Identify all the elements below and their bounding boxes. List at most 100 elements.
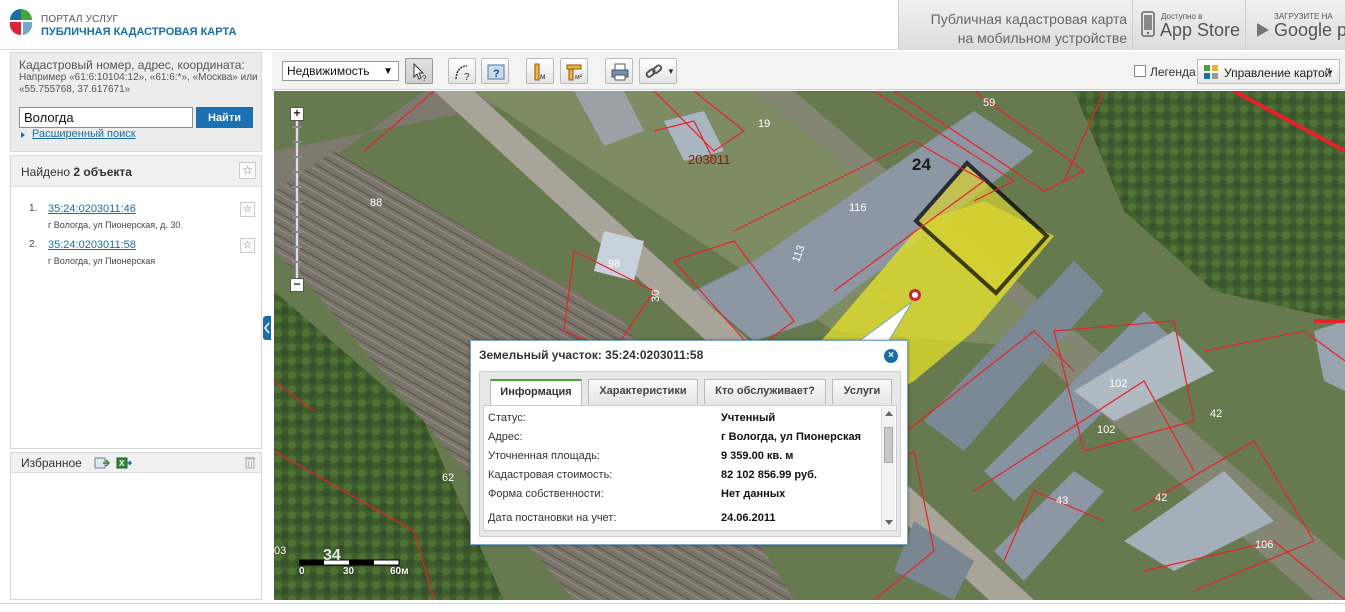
result-star-icon[interactable]: ☆ [240, 202, 255, 217]
googleplay-big-text: Google play [1274, 20, 1345, 40]
popup-title: Земельный участок: 35:24:0203011:58 [479, 348, 704, 362]
map-label: 116 [849, 202, 867, 214]
results-count-prefix: Найдено [21, 165, 71, 179]
svg-text:?: ? [422, 74, 427, 82]
parcel-info-popup: Земельный участок: 35:24:0203011:58 × Ин… [470, 340, 908, 545]
appstore-button[interactable]: Доступно в App Store [1132, 0, 1244, 50]
tab-who-serves[interactable]: Кто обслуживает? [704, 379, 826, 404]
scrollbar-thumb[interactable] [884, 427, 893, 463]
caret-down-icon: ▼ [383, 66, 393, 77]
select-tool-button[interactable]: ? [405, 58, 433, 84]
promo-line-2: на мобильном устройстве [957, 30, 1127, 46]
map-label: 106 [1255, 539, 1273, 551]
search-button[interactable]: Найти [196, 107, 253, 128]
tab-info[interactable]: Информация [490, 379, 582, 405]
map-label: 62 [442, 472, 454, 484]
appstore-big-text: App Store [1160, 20, 1241, 40]
area-measure-button[interactable]: м² [560, 58, 588, 84]
result-link[interactable]: 35:24:0203011:46 [48, 203, 136, 215]
popup-pointer [858, 301, 913, 342]
advanced-search-arrow-icon [21, 132, 25, 138]
map-label: 24 [912, 155, 931, 174]
svg-text:м²: м² [575, 74, 583, 81]
legend-label: Легенда [1150, 65, 1196, 79]
excel-export-icon[interactable]: X [116, 456, 132, 470]
favorites-panel: Избранное X [10, 452, 262, 600]
info-label: Адрес: [488, 431, 523, 443]
info-row: Адрес: г Вологда, ул Пионерская [484, 431, 880, 449]
svg-text:?: ? [493, 68, 500, 80]
search-input[interactable] [19, 107, 193, 128]
search-panel: Кадастровый номер, адрес, координата: На… [10, 52, 262, 152]
results-header: Найдено 2 объекта ☆ [11, 156, 261, 187]
layer-select[interactable]: Недвижимость ▼ [282, 61, 399, 81]
result-link[interactable]: 35:24:0203011:58 [48, 239, 136, 251]
scroll-down-icon[interactable] [885, 520, 893, 525]
area-info-button[interactable]: ? [481, 58, 509, 84]
search-results-panel: Найдено 2 объекта ☆ 1. 35:24:0203011:46 … [10, 155, 262, 449]
zoom-control: + − [290, 107, 304, 293]
portal-logo-icon[interactable] [9, 8, 33, 36]
ruler-button[interactable]: м [526, 58, 554, 84]
area-ruler-icon: м² [566, 64, 583, 81]
map-label: 19 [758, 118, 770, 130]
ruler-icon: м [534, 63, 546, 81]
tab-services[interactable]: Услуги [832, 379, 892, 404]
close-icon[interactable]: × [884, 349, 898, 363]
header: ПОРТАЛ УСЛУГ ПУБЛИЧНАЯ КАДАСТРОВАЯ КАРТА… [0, 0, 1345, 50]
logo-subtitle: ПОРТАЛ УСЛУГ [41, 14, 119, 25]
scroll-up-icon[interactable] [885, 411, 893, 416]
area-question-icon: ? [487, 64, 505, 80]
promo-line-1: Публичная кадастровая карта [930, 11, 1127, 27]
info-scrollbar[interactable] [881, 407, 895, 529]
result-star-icon[interactable]: ☆ [240, 238, 255, 253]
result-item: 2. 35:24:0203011:58 г Вологда, ул Пионер… [11, 238, 261, 275]
result-item: 1. 35:24:0203011:46 г Вологда, ул Пионер… [11, 202, 261, 239]
map-label: 43 [1056, 495, 1068, 507]
result-address: г Вологда, ул Пионерская, д. 30 [48, 220, 181, 230]
caret-down-icon: ▼ [1326, 68, 1334, 77]
scale-label: 0 [299, 566, 305, 577]
map-control-dropdown[interactable]: Управление картой ▼ [1197, 59, 1340, 84]
info-label: Уточненная площадь: [488, 450, 600, 462]
info-row: Статус: Учтенный [484, 412, 880, 430]
trash-icon[interactable] [245, 456, 255, 469]
scale-overlay-label: 34 [323, 547, 341, 564]
zoom-slider-track[interactable] [292, 121, 302, 279]
svg-text:м: м [540, 72, 546, 81]
play-icon [1257, 23, 1269, 37]
scale-bar: 0 30 60м 34 [298, 547, 409, 579]
results-count-value: 2 объекта [73, 165, 132, 179]
chain-link-icon [645, 64, 663, 78]
googleplay-button[interactable]: ЗАГРУЗИТЕ НА Google play [1245, 0, 1345, 50]
map-label: 203011 [688, 152, 730, 167]
legend-checkbox[interactable] [1134, 65, 1146, 77]
scale-label: 30 [343, 566, 355, 577]
result-number: 2. [29, 239, 38, 250]
print-button[interactable] [605, 58, 633, 84]
link-button[interactable]: ▼ [639, 58, 677, 84]
advanced-search-link[interactable]: Расширенный поиск [32, 128, 136, 140]
collapse-panel-tab[interactable] [263, 316, 271, 340]
favorites-header: Избранное X [11, 453, 261, 473]
map-control-label: Управление картой [1224, 66, 1332, 80]
cursor-info-icon: ? [413, 62, 427, 82]
logo-title[interactable]: ПУБЛИЧНАЯ КАДАСТРОВАЯ КАРТА [41, 26, 236, 38]
favorite-all-star-icon[interactable]: ☆ [239, 162, 256, 179]
mobile-promo-text: Публичная кадастровая карта на мобильном… [887, 10, 1127, 48]
info-table: Статус: Учтенный Адрес: г Вологда, ул Пи… [483, 405, 897, 531]
footer-divider [0, 603, 1345, 604]
left-panel: Кадастровый номер, адрес, координата: На… [10, 52, 262, 600]
identify-tool-button[interactable]: ? [448, 58, 476, 84]
location-marker-icon[interactable] [909, 289, 921, 301]
zoom-in-button[interactable]: + [290, 107, 304, 121]
map-label: 59 [983, 97, 995, 109]
mobile-promo: Публичная кадастровая карта на мобильном… [898, 0, 1345, 50]
chevron-left-icon [264, 322, 270, 334]
results-count: Найдено 2 объекта [21, 165, 132, 179]
tab-characteristics[interactable]: Характеристики [588, 379, 698, 404]
zoom-out-button[interactable]: − [290, 278, 304, 292]
export-favorites-icon[interactable] [94, 456, 110, 470]
popup-body: Информация Характеристики Кто обслуживае… [479, 371, 901, 537]
measure-path-icon: ? [455, 65, 470, 82]
